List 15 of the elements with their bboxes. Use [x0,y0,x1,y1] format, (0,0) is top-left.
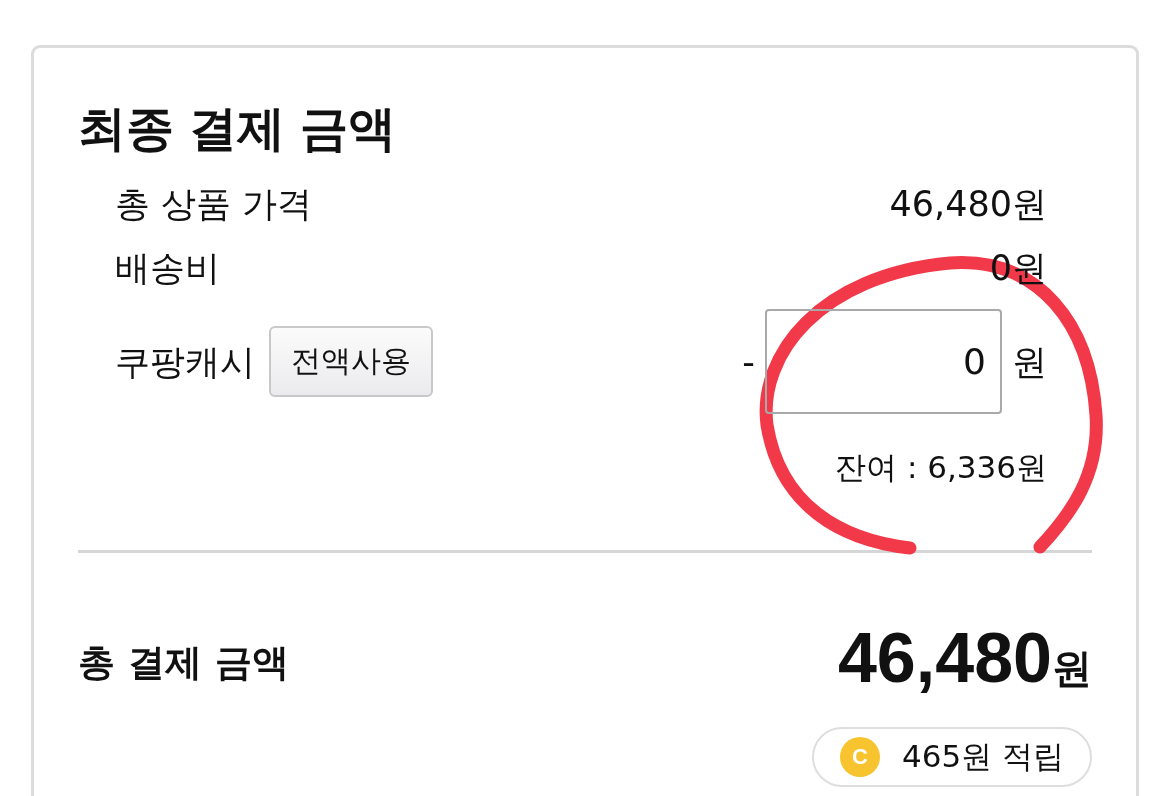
balance-text: 잔여 : 6,336원 [835,448,1047,486]
currency-unit: 원 [1012,340,1047,383]
cash-label: 쿠팡캐시 [115,340,255,383]
total-amount: 46,480원 [837,621,1092,699]
total-label: 총 결제 금액 [78,640,289,686]
coin-icon: C [839,737,880,777]
minus-sign: - [742,340,755,383]
use-all-button[interactable]: 전액사용 [269,326,433,397]
price-value: 46,480원 [889,183,1047,225]
section-title: 최종 결제 금액 [78,99,397,158]
price-label: 배송비 [115,247,220,289]
price-value: 0원 [989,247,1047,289]
cash-input-field[interactable]: 0 [765,309,1002,414]
reward-text: 465원 적립 [901,737,1064,776]
price-label: 총 상품 가격 [115,183,313,225]
